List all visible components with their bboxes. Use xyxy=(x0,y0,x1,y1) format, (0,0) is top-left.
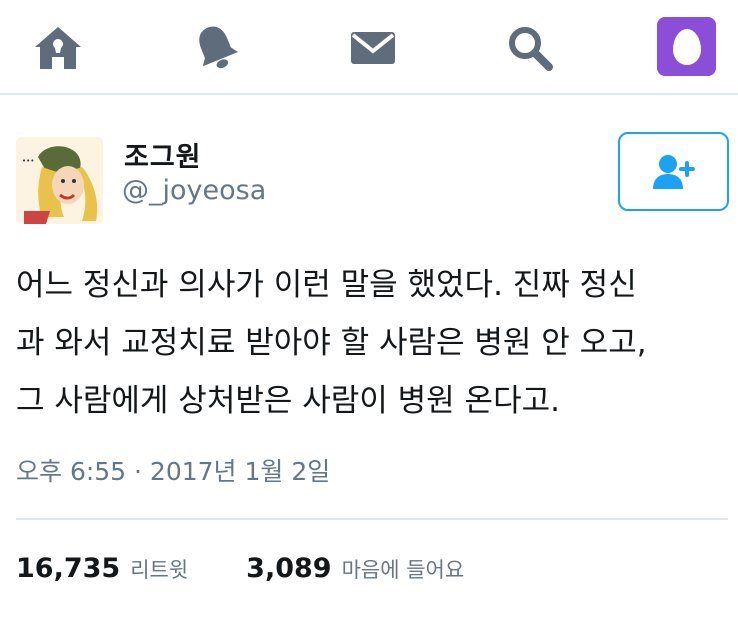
retweets-count: 16,735 xyxy=(16,553,121,584)
messages-envelope-icon[interactable] xyxy=(347,22,399,74)
author-display-name[interactable]: 조그원 xyxy=(124,135,202,174)
likes-count: 3,089 xyxy=(246,553,332,584)
tweet-text-line: 그 사람에게 상처받은 사람이 병원 온다고. xyxy=(16,383,560,419)
tweet-text: 어느 정신과 의사가 이런 말을 했었다. 진짜 정신 과 와서 교정치료 받아… xyxy=(16,256,728,430)
tweet-text-line: 과 와서 교정치료 받아야 할 사람은 병원 안 오고, xyxy=(16,325,647,361)
retweets-stat[interactable]: 16,735 리트윗 xyxy=(16,553,188,584)
author-handle[interactable]: @_joyeosa xyxy=(122,175,266,206)
top-navigation-bar xyxy=(0,0,738,95)
author-avatar[interactable]: ••• xyxy=(16,137,103,224)
tweet-timestamp[interactable]: 오후 6:55 · 2017년 1월 2일 xyxy=(16,452,330,488)
divider xyxy=(16,518,728,520)
tweet-text-line: 어느 정신과 의사가 이런 말을 했었다. 진짜 정신 xyxy=(16,267,637,303)
retweets-label: 리트윗 xyxy=(130,558,189,582)
tweet-stats: 16,735 리트윗 3,089 마음에 들어요 xyxy=(16,553,464,593)
egg-shape xyxy=(672,28,701,65)
follow-user-plus-icon xyxy=(652,154,695,189)
follow-button[interactable] xyxy=(618,132,729,211)
likes-stat[interactable]: 3,089 마음에 들어요 xyxy=(246,553,464,584)
home-icon[interactable] xyxy=(32,22,84,74)
notifications-bell-icon[interactable] xyxy=(190,22,242,74)
search-icon[interactable] xyxy=(504,22,556,74)
likes-label: 마음에 들어요 xyxy=(341,558,465,582)
default-egg-avatar-icon[interactable] xyxy=(657,17,716,76)
svg-text:•••: ••• xyxy=(22,157,34,165)
